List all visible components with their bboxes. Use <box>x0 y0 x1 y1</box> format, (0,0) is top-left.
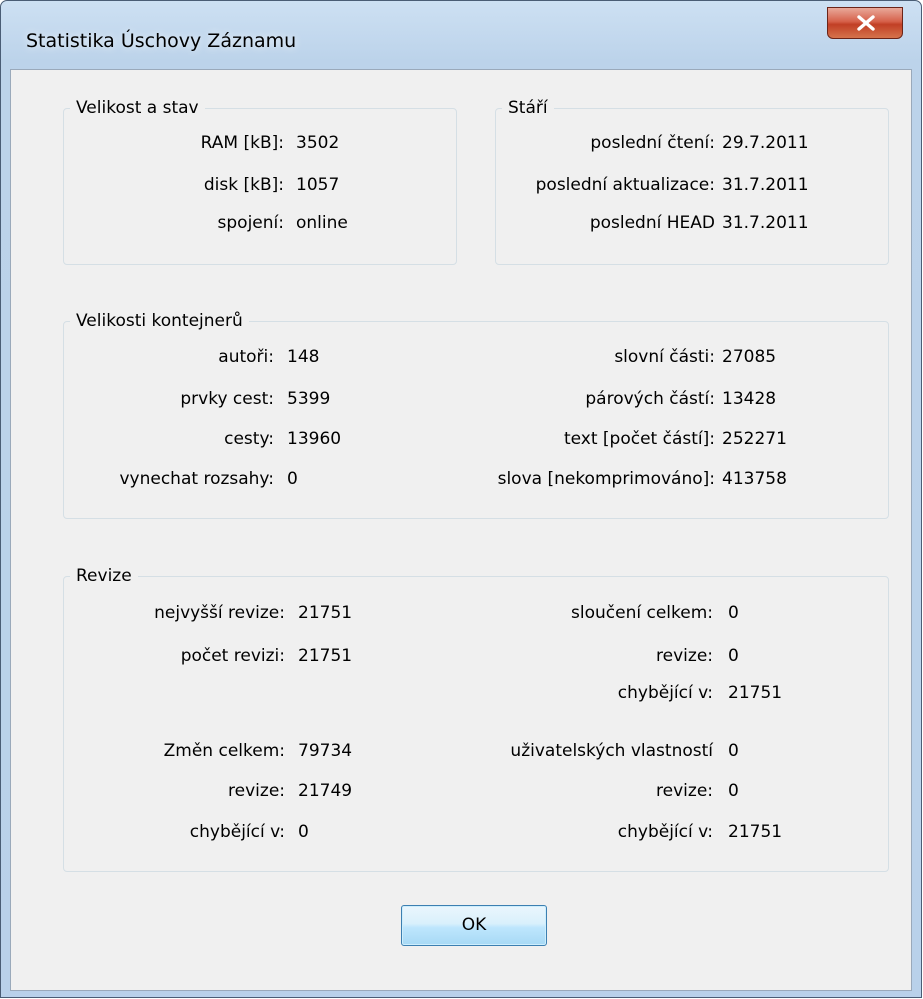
path-elements-value: 5399 <box>287 389 331 409</box>
words-uncompressed-value: 413758 <box>722 469 787 489</box>
close-button[interactable] <box>827 7 903 39</box>
close-icon <box>857 15 875 31</box>
group-title-age: Stáří <box>502 97 554 119</box>
last-read-label: poslední čtení: <box>590 133 715 153</box>
dialog-window: Statistika Úschovy Záznamu Velikost a st… <box>0 0 922 998</box>
changes-missing-label: chybějící v: <box>189 822 285 842</box>
merges-revisions-value: 0 <box>728 646 739 666</box>
user-properties-revisions-value: 0 <box>728 781 739 801</box>
last-update-value: 31.7.2011 <box>722 175 809 195</box>
changes-missing-value: 0 <box>298 822 309 842</box>
user-properties-revisions-label: revize: <box>656 781 713 801</box>
changes-revisions-value: 21749 <box>298 781 353 801</box>
last-read-value: 29.7.2011 <box>722 133 809 153</box>
merges-revisions-label: revize: <box>656 646 713 666</box>
changes-total-value: 79734 <box>298 741 353 761</box>
authors-value: 148 <box>287 347 320 367</box>
connection-label: spojení: <box>217 213 284 233</box>
connection-value: online <box>296 213 348 233</box>
paired-parts-label: párových částí: <box>585 389 715 409</box>
last-head-value: 31.7.2011 <box>722 213 809 233</box>
ram-value: 3502 <box>296 133 340 153</box>
highest-revision-value: 21751 <box>298 603 353 623</box>
window-title: Statistika Úschovy Záznamu <box>26 30 297 52</box>
paths-value: 13960 <box>287 429 342 449</box>
path-elements-label: prvky cest: <box>180 389 274 409</box>
last-head-label: poslední HEAD <box>589 213 715 233</box>
group-title-size-state: Velikost a stav <box>70 97 205 119</box>
last-update-label: poslední aktualizace: <box>535 175 715 195</box>
user-properties-missing-value: 21751 <box>728 822 783 842</box>
words-uncompressed-label: slova [nekomprimováno]: <box>497 469 715 489</box>
group-title-revisions: Revize <box>70 565 138 587</box>
merges-total-label: sloučení celkem: <box>571 603 713 623</box>
user-properties-value: 0 <box>728 741 739 761</box>
merges-missing-label: chybějící v: <box>617 683 713 703</box>
paired-parts-value: 13428 <box>722 389 777 409</box>
changes-total-label: Změn celkem: <box>163 741 285 761</box>
revision-count-label: počet revizi: <box>180 646 285 666</box>
merges-missing-value: 21751 <box>728 683 783 703</box>
text-parts-value: 252271 <box>722 429 787 449</box>
authors-label: autoři: <box>218 347 274 367</box>
text-parts-label: text [počet částí]: <box>563 429 715 449</box>
ok-button[interactable]: OK <box>401 905 547 946</box>
skip-ranges-label: vynechat rozsahy: <box>119 469 274 489</box>
title-bar[interactable]: Statistika Úschovy Záznamu <box>1 1 921 69</box>
user-properties-missing-label: chybějící v: <box>617 822 713 842</box>
word-parts-label: slovní části: <box>614 347 715 367</box>
merges-total-value: 0 <box>728 603 739 623</box>
group-title-containers: Velikosti kontejnerů <box>70 310 249 332</box>
word-parts-value: 27085 <box>722 347 777 367</box>
user-properties-label: uživatelských vlastností <box>510 741 713 761</box>
paths-label: cesty: <box>224 429 274 449</box>
skip-ranges-value: 0 <box>287 469 298 489</box>
revision-count-value: 21751 <box>298 646 353 666</box>
changes-revisions-label: revize: <box>228 781 285 801</box>
highest-revision-label: nejvyšší revize: <box>154 603 285 623</box>
disk-label: disk [kB]: <box>203 175 284 195</box>
ram-label: RAM [kB]: <box>200 133 284 153</box>
dialog-content: Velikost a stav RAM [kB]: 3502 disk [kB]… <box>10 69 912 991</box>
disk-value: 1057 <box>296 175 340 195</box>
